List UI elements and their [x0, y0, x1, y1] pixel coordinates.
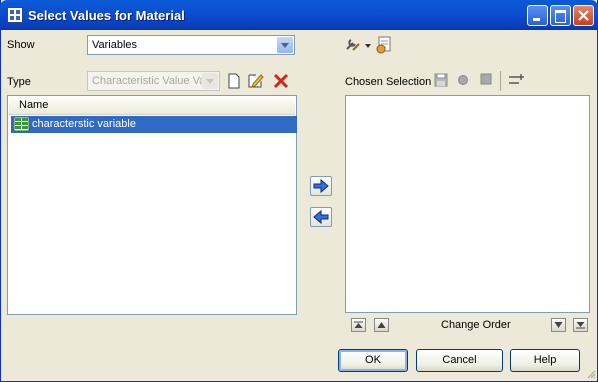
move-to-top-button[interactable]: [351, 318, 366, 332]
show-dropdown[interactable]: Variables: [87, 35, 295, 55]
change-order-label: Change Order: [441, 319, 511, 331]
square-icon[interactable]: [480, 73, 492, 85]
arrow-right-icon: [313, 178, 329, 194]
show-label: Show: [7, 39, 35, 51]
type-value: Characteristic Value Va: [92, 75, 204, 87]
properties-icon[interactable]: [376, 36, 392, 54]
characteristic-variable-icon: [14, 117, 30, 132]
name-column-header[interactable]: Name: [9, 97, 295, 115]
cancel-button[interactable]: Cancel: [416, 349, 503, 372]
maximize-button[interactable]: [550, 5, 571, 26]
show-value: Variables: [92, 39, 138, 51]
tools-dropdown-icon[interactable]: [345, 37, 373, 53]
type-label: Type: [7, 76, 31, 88]
chosen-selection-list[interactable]: [345, 95, 590, 313]
move-bottom-icon: [576, 322, 585, 329]
type-dropdown[interactable]: Characteristic Value Va: [87, 71, 220, 91]
close-button[interactable]: [573, 5, 594, 26]
move-up-button[interactable]: [374, 318, 389, 332]
help-button[interactable]: Help: [510, 349, 580, 372]
resize-grip-icon[interactable]: [585, 368, 597, 380]
list-item-label: characterstic variable: [32, 118, 136, 130]
move-down-icon: [554, 322, 563, 328]
add-to-selection-button[interactable]: [310, 176, 332, 196]
save-icon[interactable]: [434, 73, 448, 87]
sort-icon[interactable]: [508, 72, 524, 88]
chevron-down-icon[interactable]: [202, 73, 218, 89]
title-bar[interactable]: Select Values for Material: [0, 0, 598, 30]
close-icon: [578, 10, 589, 21]
minimize-icon: [533, 18, 540, 21]
remove-from-selection-button[interactable]: [310, 207, 332, 227]
window-title: Select Values for Material: [28, 8, 185, 23]
available-list[interactable]: Name characterstic variable: [7, 95, 297, 315]
chevron-down-icon[interactable]: [277, 37, 293, 53]
move-up-icon: [377, 322, 386, 328]
grid-app-icon: [7, 7, 23, 23]
toolbar-separator: [500, 71, 501, 91]
name-column-label: Name: [19, 99, 49, 111]
minimize-button[interactable]: [527, 5, 548, 26]
list-item[interactable]: characterstic variable: [11, 116, 297, 133]
delete-x-icon[interactable]: [273, 73, 289, 89]
new-document-icon[interactable]: [227, 73, 241, 89]
circle-icon[interactable]: [457, 74, 469, 86]
move-down-button[interactable]: [551, 318, 566, 332]
move-top-icon: [354, 321, 363, 328]
ok-button[interactable]: OK: [338, 349, 408, 372]
maximize-icon: [555, 10, 566, 23]
chosen-selection-label: Chosen Selection: [345, 76, 432, 88]
arrow-left-icon: [313, 209, 329, 225]
edit-pencil-icon[interactable]: [247, 72, 265, 90]
dialog-window: Select Values for Material Show Variable…: [0, 0, 598, 382]
move-to-bottom-button[interactable]: [573, 318, 588, 332]
